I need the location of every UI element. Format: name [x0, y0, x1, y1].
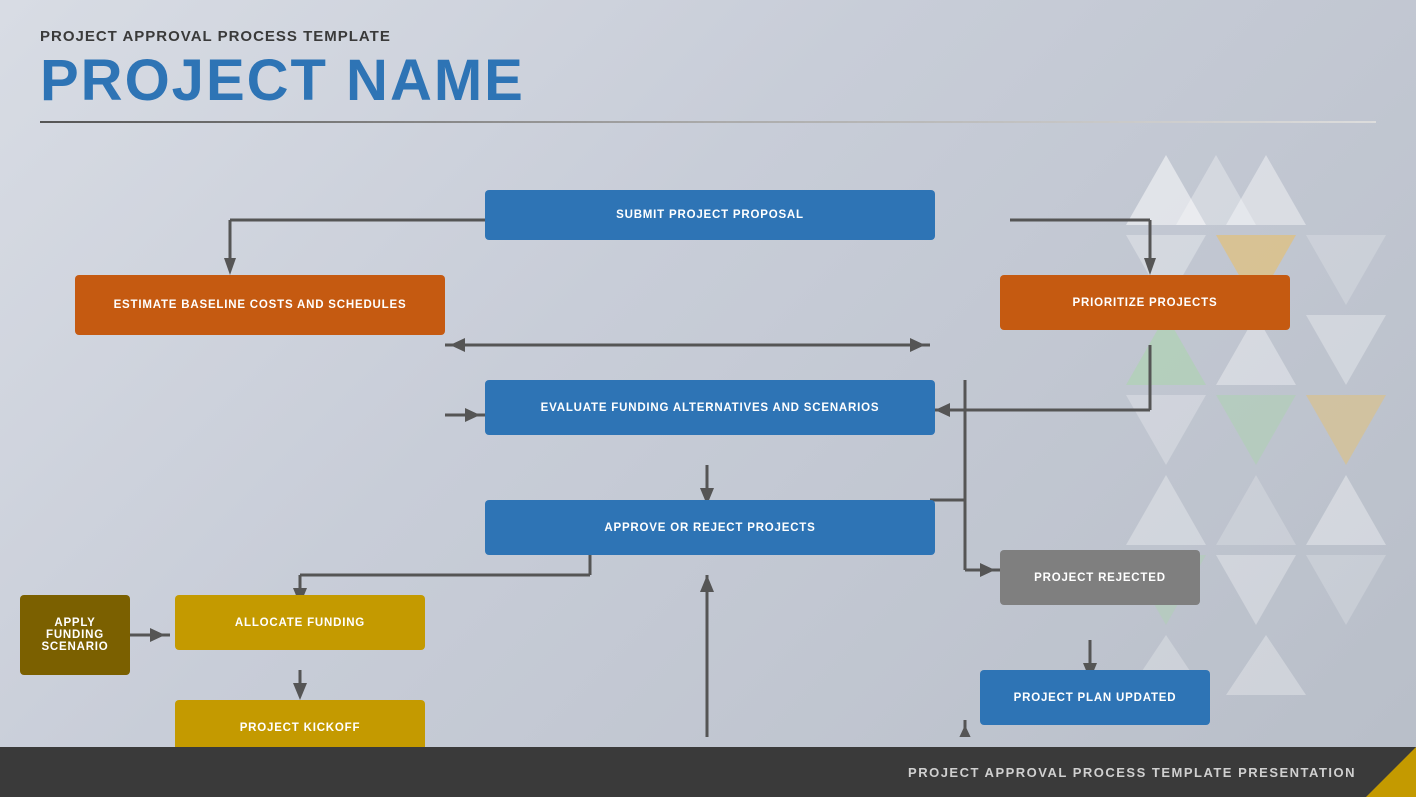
template-title: PROJECT APPROVAL PROCESS TEMPLATE: [40, 28, 1376, 45]
submit-proposal-box: SUBMIT PROJECT PROPOSAL: [485, 190, 935, 240]
header-divider: [40, 121, 1376, 123]
footer-accent: [1366, 747, 1416, 797]
allocate-funding-box: ALLOCATE FUNDING: [175, 595, 425, 650]
project-plan-updated-box: PROJECT PLAN UPDATED: [980, 670, 1210, 725]
project-rejected-box: PROJECT REJECTED: [1000, 550, 1200, 605]
flow-area: SUBMIT PROJECT PROPOSAL ESTIMATE BASELIN…: [0, 180, 1416, 737]
header: PROJECT APPROVAL PROCESS TEMPLATE PROJEC…: [0, 0, 1416, 113]
apply-funding-box: APPLY FUNDING SCENARIO: [20, 595, 130, 675]
evaluate-funding-box: EVALUATE FUNDING ALTERNATIVES AND SCENAR…: [485, 380, 935, 435]
flow-arrows: [0, 180, 1416, 737]
footer: PROJECT APPROVAL PROCESS TEMPLATE PRESEN…: [0, 747, 1416, 797]
approve-reject-box: APPROVE OR REJECT PROJECTS: [485, 500, 935, 555]
estimate-baseline-box: ESTIMATE BASELINE COSTS AND SCHEDULES: [75, 275, 445, 335]
project-name: PROJECT NAME: [40, 49, 1376, 113]
footer-text: PROJECT APPROVAL PROCESS TEMPLATE PRESEN…: [908, 765, 1356, 780]
prioritize-projects-box: PRIORITIZE PROJECTS: [1000, 275, 1290, 330]
